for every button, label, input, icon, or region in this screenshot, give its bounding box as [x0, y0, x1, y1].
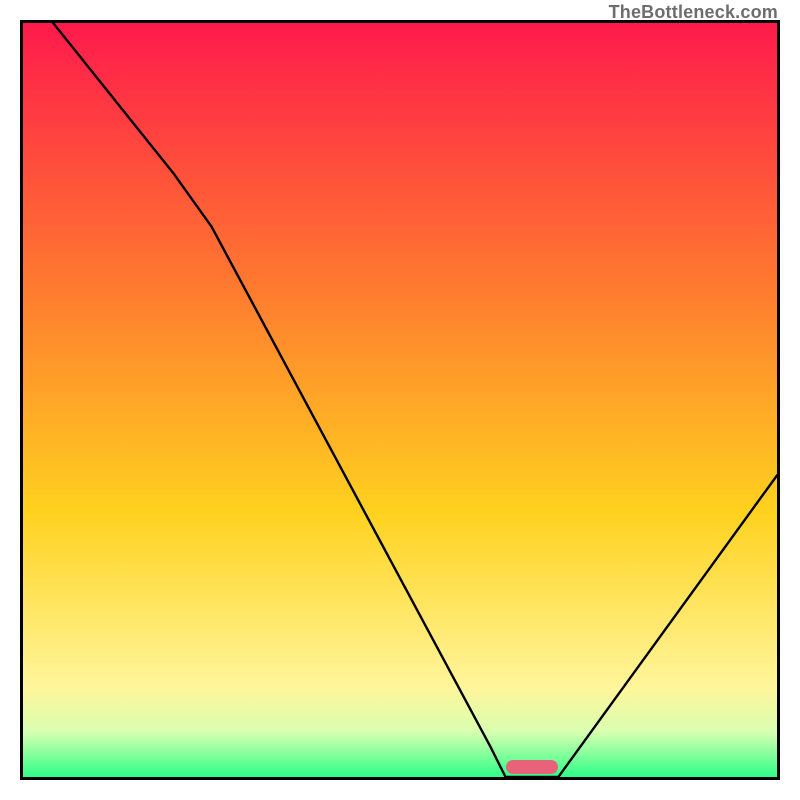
background-gradient [23, 23, 777, 777]
plot-area [20, 20, 780, 780]
chart-frame: TheBottleneck.com [0, 0, 800, 800]
